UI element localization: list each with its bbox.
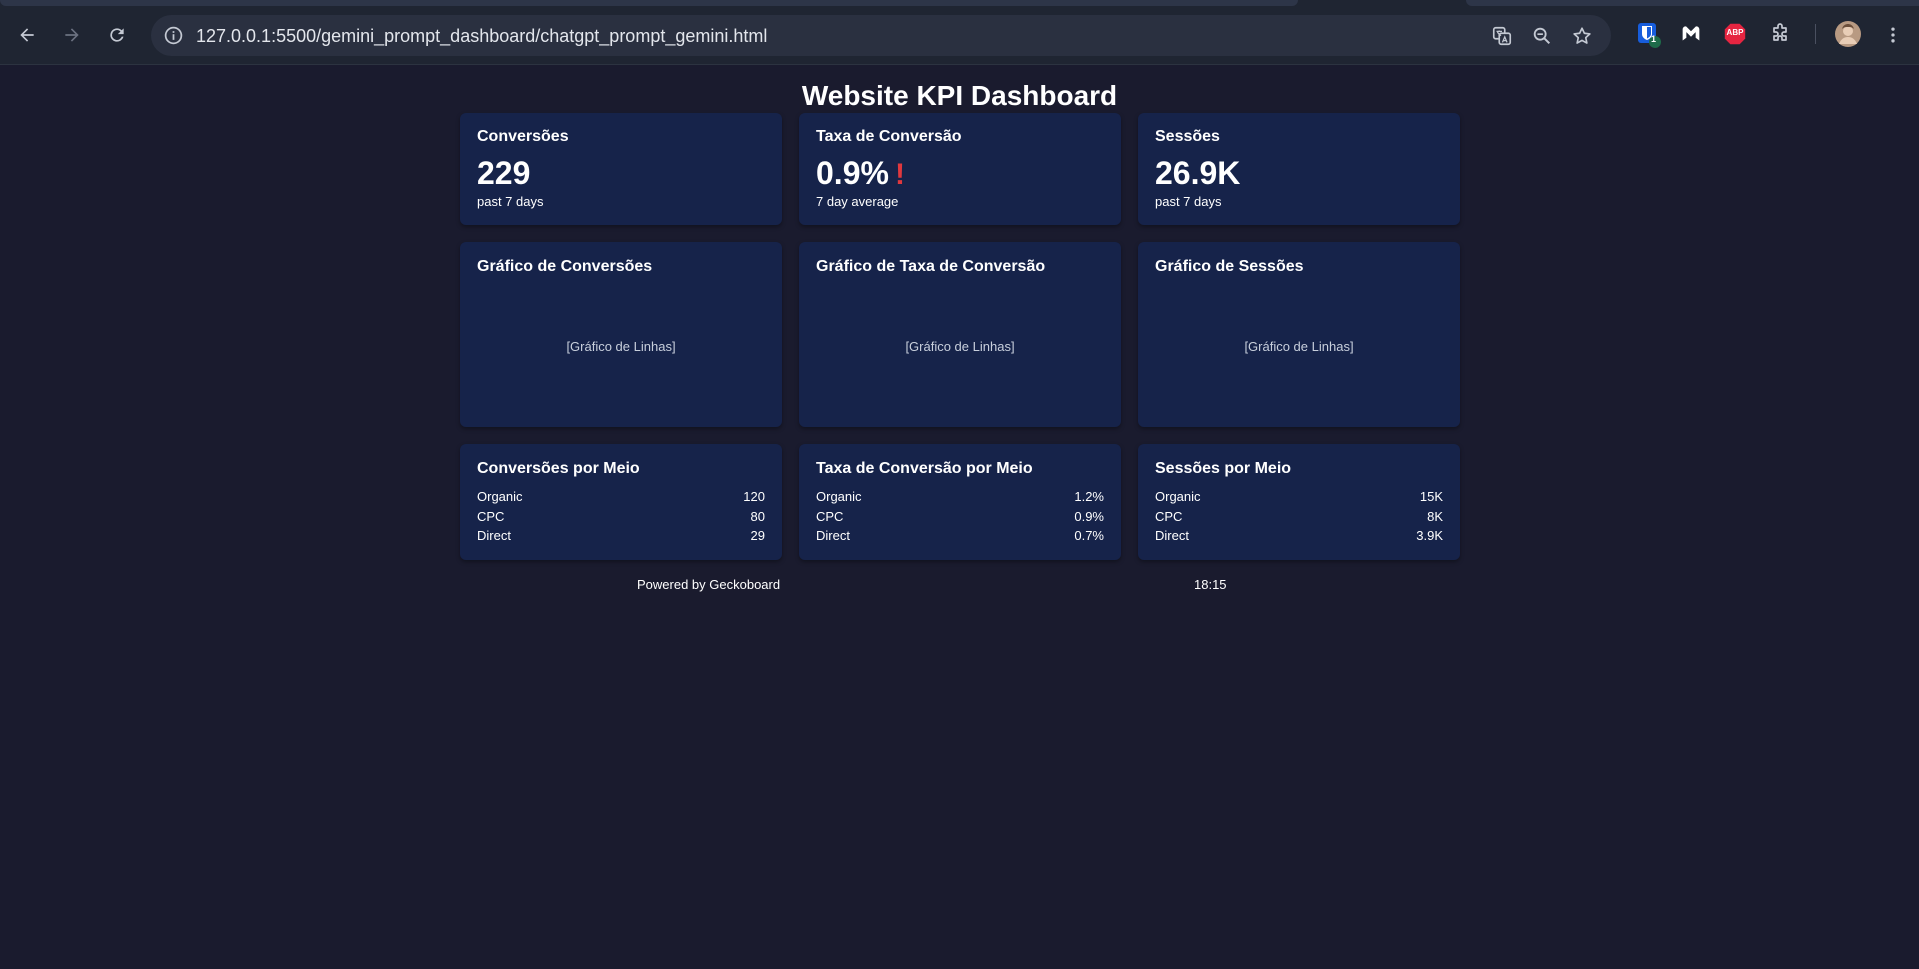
malwarebytes-extension-button[interactable] xyxy=(1677,20,1705,48)
chart-card-taxa-conversao: Gráfico de Taxa de Conversão [Gráfico de… xyxy=(799,242,1121,427)
row-value: 0.7% xyxy=(1074,528,1104,543)
breakdown-card-conversoes: Conversões por Meio Organic 120 CPC 80 Dir… xyxy=(460,444,782,560)
card-title: Sessões por Meio xyxy=(1155,460,1292,477)
card-title: Conversões xyxy=(477,128,569,145)
site-info-icon[interactable] xyxy=(163,25,184,46)
card-title: Gráfico de Conversões xyxy=(477,258,653,275)
row-value: 15K xyxy=(1419,489,1443,504)
browser-toolbar: 127.0.0.1:5500/gemini_prompt_dashboard/c… xyxy=(0,0,1919,65)
list-item: CPC 8K xyxy=(1155,507,1443,527)
adblock-extension-button[interactable]: ABP xyxy=(1721,20,1749,48)
footer-time: 18:15 xyxy=(1194,577,1227,592)
list-item: Organic 1.2% xyxy=(816,487,1104,507)
kpi-value: 229 xyxy=(477,155,530,192)
reload-icon xyxy=(110,28,124,42)
tab-strip-segment xyxy=(0,0,1298,6)
row-value: 8K xyxy=(1427,508,1443,524)
more-vertical-icon xyxy=(1891,27,1895,43)
list-item: Organic 15K xyxy=(1155,487,1443,507)
row-label: Organic xyxy=(477,489,523,504)
list-item: CPC 0.9% xyxy=(816,507,1104,527)
tab-strip-segment xyxy=(1466,0,1919,6)
chart-placeholder: [Gráfico de Linhas] xyxy=(905,339,1015,354)
list-item: Direct 29 xyxy=(477,526,765,546)
back-button[interactable] xyxy=(10,18,44,52)
row-label: CPC xyxy=(477,508,505,524)
list-item: Direct 0.7% xyxy=(816,526,1104,546)
arrow-right-icon xyxy=(65,28,79,42)
row-value: 29 xyxy=(750,528,765,543)
footer-powered-by: Powered by Geckoboard xyxy=(637,577,781,592)
kpi-subtitle: 7 day average xyxy=(816,194,899,209)
bitwarden-extension-button[interactable]: 1 xyxy=(1634,20,1662,48)
list-item: CPC 80 xyxy=(477,507,765,527)
extension-badge: 1 xyxy=(1651,34,1657,44)
kpi-value-text: 0.9% xyxy=(816,155,889,191)
card-title: Gráfico de Taxa de Conversão xyxy=(816,258,1046,275)
list-item: Direct 3.9K xyxy=(1155,526,1443,546)
card-title: Taxa de Conversão xyxy=(816,128,962,145)
toolbar-divider xyxy=(1815,24,1816,44)
row-label: CPC xyxy=(816,508,844,524)
reload-button[interactable] xyxy=(100,18,134,52)
kpi-card-taxa-conversao: Taxa de Conversão 0.9%! 7 day average xyxy=(799,113,1121,225)
star-icon[interactable] xyxy=(1571,25,1593,47)
extensions-button[interactable] xyxy=(1766,20,1794,48)
row-label: Direct xyxy=(1155,528,1189,543)
list-item: Organic 120 xyxy=(477,487,765,507)
card-title: Sessões xyxy=(1155,128,1220,145)
kpi-value: 0.9%! xyxy=(816,155,905,192)
row-value: 0.9% xyxy=(1074,508,1104,524)
breakdown-list: Organic 15K CPC 8K Direct 3.9K xyxy=(1155,487,1443,546)
card-title: Gráfico de Sessões xyxy=(1155,258,1304,275)
kpi-subtitle: past 7 days xyxy=(477,194,544,209)
tab-strip xyxy=(0,0,1919,6)
row-label: CPC xyxy=(1155,508,1183,524)
chart-card-conversoes: Gráfico de Conversões [Gráfico de Linhas… xyxy=(460,242,782,427)
row-label: Direct xyxy=(477,528,511,543)
row-value: 1.2% xyxy=(1074,489,1104,504)
chart-card-sessoes: Gráfico de Sessões [Gráfico de Linhas] xyxy=(1138,242,1460,427)
chart-placeholder: [Gráfico de Linhas] xyxy=(1244,339,1354,354)
breakdown-card-sessoes: Sessões por Meio Organic 15K CPC 8K Direct… xyxy=(1138,444,1460,560)
bitwarden-icon xyxy=(1638,23,1661,48)
forward-button[interactable] xyxy=(55,18,89,52)
kpi-card-sessoes: Sessões 26.9K past 7 days xyxy=(1138,113,1460,225)
chrome-menu-button[interactable] xyxy=(1876,18,1910,52)
dashboard-title: Website KPI Dashboard xyxy=(801,80,1118,111)
row-value: 120 xyxy=(743,489,765,504)
card-title: Conversões por Meio xyxy=(477,460,640,477)
kpi-value-text: 26.9K xyxy=(1155,155,1241,191)
adblock-label: ABP xyxy=(1726,28,1744,37)
kpi-value-text: 229 xyxy=(477,155,531,191)
row-label: Organic xyxy=(816,489,862,504)
row-label: Organic xyxy=(1155,489,1201,504)
zoom-icon[interactable] xyxy=(1531,25,1553,47)
kpi-value: 26.9K xyxy=(1155,155,1240,192)
puzzle-icon xyxy=(1773,23,1787,41)
row-value: 3.9K xyxy=(1416,528,1443,543)
arrow-left-icon xyxy=(20,28,34,42)
kpi-card-conversoes: Conversões 229 past 7 days xyxy=(460,113,782,225)
translate-icon[interactable] xyxy=(1491,25,1513,47)
breakdown-list: Organic 120 CPC 80 Direct 29 xyxy=(477,487,765,546)
breakdown-card-taxa-conversao: Taxa de Conversão por Meio Organic 1.2% C… xyxy=(799,444,1121,560)
card-title: Taxa de Conversão por Meio xyxy=(816,460,1033,477)
address-bar[interactable]: 127.0.0.1:5500/gemini_prompt_dashboard/c… xyxy=(151,15,1611,56)
chart-placeholder: [Gráfico de Linhas] xyxy=(566,339,676,354)
row-value: 80 xyxy=(750,508,765,524)
breakdown-list: Organic 1.2% CPC 0.9% Direct 0.7% xyxy=(816,487,1104,546)
row-label: Direct xyxy=(816,528,850,543)
malwarebytes-icon xyxy=(1682,26,1700,41)
alert-icon: ! xyxy=(894,158,905,191)
avatar-icon xyxy=(1835,21,1861,47)
profile-avatar[interactable] xyxy=(1834,20,1862,48)
url-text[interactable]: 127.0.0.1:5500/gemini_prompt_dashboard/c… xyxy=(196,26,767,47)
kpi-subtitle: past 7 days xyxy=(1155,194,1222,209)
